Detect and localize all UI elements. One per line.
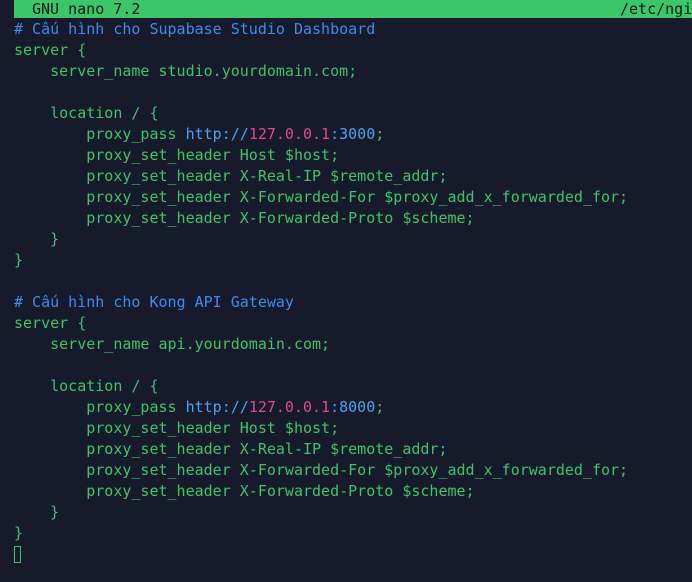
code-line-cursor[interactable] [14,544,692,565]
code-line-empty[interactable] [14,82,692,103]
code-line-server-open[interactable]: server { [14,40,692,61]
nano-title-bar: GNU nano 7.2 /etc/ngin [14,0,692,18]
proxy-pass-semicolon: ; [375,125,385,143]
file-path: /etc/ngin [620,0,692,18]
proxy-pass-directive: proxy_pass [14,398,186,416]
text-cursor [14,546,21,563]
code-line-empty[interactable] [14,355,692,376]
editor-name-version: GNU nano 7.2 [32,0,141,18]
proxy-pass-directive: proxy_pass [14,125,186,143]
code-line-header-real-ip[interactable]: proxy_set_header X-Real-IP $remote_addr; [14,439,692,460]
code-line-server-close[interactable]: } [14,250,692,271]
code-line-comment[interactable]: # Cấu hình cho Supabase Studio Dashboard [14,19,692,40]
code-line-proxy-pass[interactable]: proxy_pass http://127.0.0.1:8000; [14,397,692,418]
code-line-proxy-pass[interactable]: proxy_pass http://127.0.0.1:3000; [14,124,692,145]
proxy-pass-scheme: http:// [185,398,249,416]
code-line-location-open[interactable]: location / { [14,103,692,124]
proxy-pass-ip: 127.0.0.1 [248,125,331,143]
code-line-location-open[interactable]: location / { [14,376,692,397]
code-line-header-host[interactable]: proxy_set_header Host $host; [14,145,692,166]
code-line-header-forwarded-for[interactable]: proxy_set_header X-Forwarded-For $proxy_… [14,460,692,481]
proxy-pass-port: :8000 [330,398,376,416]
code-line-comment[interactable]: # Cấu hình cho Kong API Gateway [14,292,692,313]
code-line-location-close[interactable]: } [14,502,692,523]
editor-text-area[interactable]: # Cấu hình cho Supabase Studio Dashboard… [14,19,692,565]
code-line-empty[interactable] [14,271,692,292]
proxy-pass-semicolon: ; [375,398,385,416]
code-line-server-open[interactable]: server { [14,313,692,334]
code-line-location-close[interactable]: } [14,229,692,250]
code-line-server-close[interactable]: } [14,523,692,544]
code-line-server-name[interactable]: server_name api.yourdomain.com; [14,334,692,355]
code-line-server-name[interactable]: server_name studio.yourdomain.com; [14,61,692,82]
code-line-header-forwarded-proto[interactable]: proxy_set_header X-Forwarded-Proto $sche… [14,481,692,502]
code-line-header-forwarded-proto[interactable]: proxy_set_header X-Forwarded-Proto $sche… [14,208,692,229]
code-line-header-host[interactable]: proxy_set_header Host $host; [14,418,692,439]
proxy-pass-scheme: http:// [185,125,249,143]
code-line-header-forwarded-for[interactable]: proxy_set_header X-Forwarded-For $proxy_… [14,187,692,208]
proxy-pass-port: :3000 [330,125,376,143]
code-line-header-real-ip[interactable]: proxy_set_header X-Real-IP $remote_addr; [14,166,692,187]
proxy-pass-ip: 127.0.0.1 [248,398,331,416]
